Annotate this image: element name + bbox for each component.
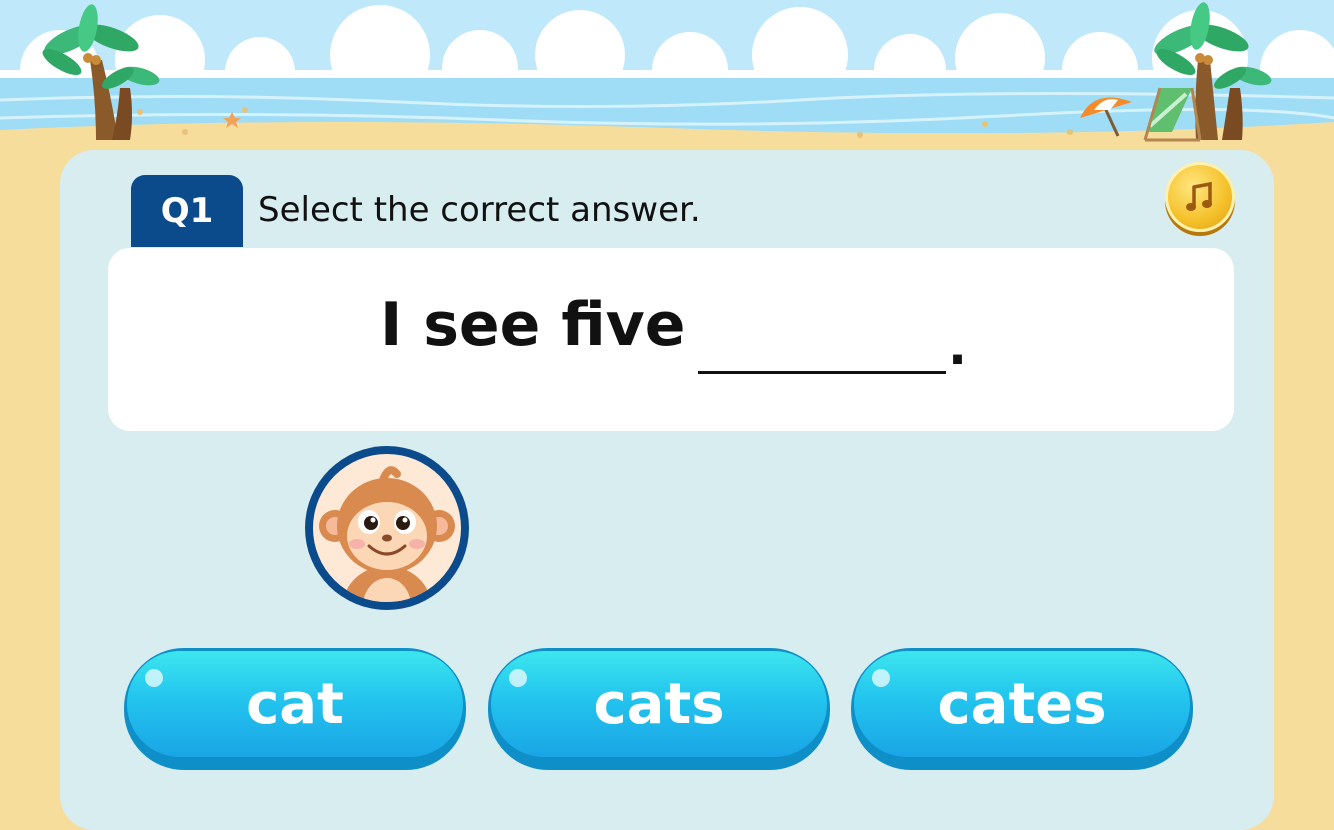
answer-label: cats <box>593 671 725 737</box>
sentence-period: . <box>948 318 967 376</box>
answer-label: cat <box>246 671 344 737</box>
question-instruction: Select the correct answer. <box>258 190 701 230</box>
question-number-badge: Q1 <box>131 175 243 247</box>
answer-button-1[interactable]: cat <box>124 648 466 770</box>
music-note-icon <box>1186 181 1212 211</box>
question-sentence: I see five <box>380 290 686 360</box>
monkey-avatar <box>305 446 469 610</box>
answer-blank <box>698 371 946 374</box>
audio-button[interactable] <box>1165 162 1235 232</box>
answer-button-2[interactable]: cats <box>488 648 830 770</box>
answer-label: cates <box>937 671 1107 737</box>
monkey-icon <box>313 454 461 602</box>
answer-button-3[interactable]: cates <box>851 648 1193 770</box>
